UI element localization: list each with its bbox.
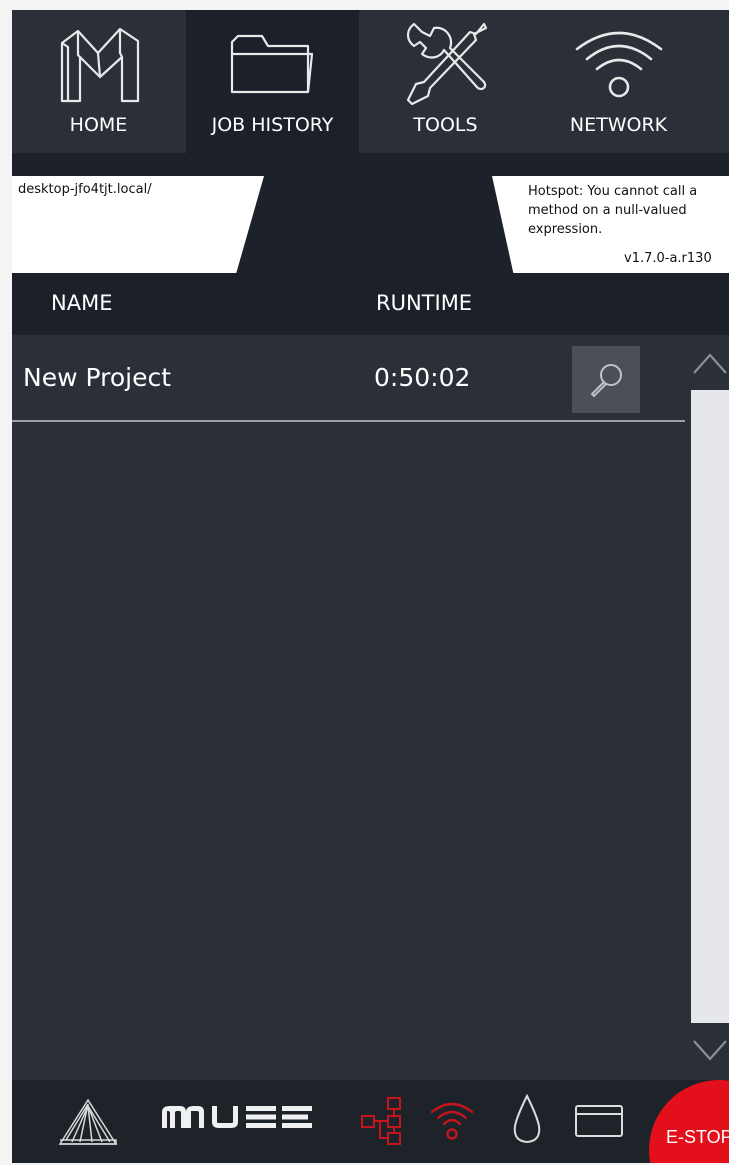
- hotspot-panel: Hotspot: You cannot call a method on a n…: [492, 176, 729, 273]
- search-icon: [590, 363, 622, 397]
- inspect-job-button[interactable]: [572, 346, 640, 413]
- chevron-up-icon: [693, 353, 727, 374]
- app-window: HOME JOB HISTORY TOOLS NETWORK desktop-j…: [12, 10, 729, 1163]
- network-status-icon: [360, 1096, 406, 1146]
- tab-job-history-label: JOB HISTORY: [211, 114, 334, 136]
- water-drop-icon: [512, 1094, 542, 1144]
- bottom-status-bar: E-STOP: [12, 1080, 729, 1163]
- machine-icon: [58, 1096, 118, 1146]
- tray-icon: [574, 1104, 624, 1138]
- status-bar: desktop-jfo4tjt.local/ Hotspot: You cann…: [12, 153, 729, 273]
- estop-button[interactable]: E-STOP: [649, 1080, 729, 1163]
- job-list: New Project 0:50:02: [12, 335, 729, 1080]
- estop-label: E-STOP: [666, 1127, 729, 1147]
- scrollbar-track[interactable]: [691, 390, 729, 1023]
- job-runtime: 0:50:02: [374, 363, 471, 392]
- version-label: v1.7.0-a.r130: [624, 251, 712, 266]
- wifi-icon: [532, 18, 705, 108]
- tab-job-history[interactable]: JOB HISTORY: [186, 10, 359, 153]
- hotspot-message: Hotspot: You cannot call a method on a n…: [528, 184, 698, 237]
- tab-network-label: NETWORK: [569, 114, 668, 136]
- home-m-logo-icon: [12, 18, 185, 108]
- column-header-name: NAME: [51, 291, 113, 315]
- table-header: NAME RUNTIME: [12, 273, 729, 335]
- tab-home[interactable]: HOME: [12, 10, 185, 153]
- chevron-down-icon: [693, 1040, 727, 1061]
- top-navigation: HOME JOB HISTORY TOOLS NETWORK: [12, 10, 729, 153]
- host-address: desktop-jfo4tjt.local/: [18, 182, 152, 197]
- muse-logo: [158, 1100, 318, 1136]
- tab-network[interactable]: NETWORK: [532, 10, 705, 153]
- tab-tools[interactable]: TOOLS: [359, 10, 532, 153]
- scroll-up-button[interactable]: [690, 349, 729, 379]
- tools-icon: [359, 18, 532, 108]
- tab-tools-label: TOOLS: [413, 114, 478, 136]
- job-name: New Project: [23, 363, 172, 392]
- host-panel: desktop-jfo4tjt.local/: [12, 176, 264, 273]
- wifi-status-icon: [430, 1098, 474, 1142]
- scroll-down-button[interactable]: [690, 1035, 729, 1065]
- table-row[interactable]: New Project 0:50:02: [12, 335, 685, 422]
- column-header-runtime: RUNTIME: [376, 291, 473, 315]
- tab-home-label: HOME: [69, 114, 128, 136]
- folder-icon: [186, 18, 359, 108]
